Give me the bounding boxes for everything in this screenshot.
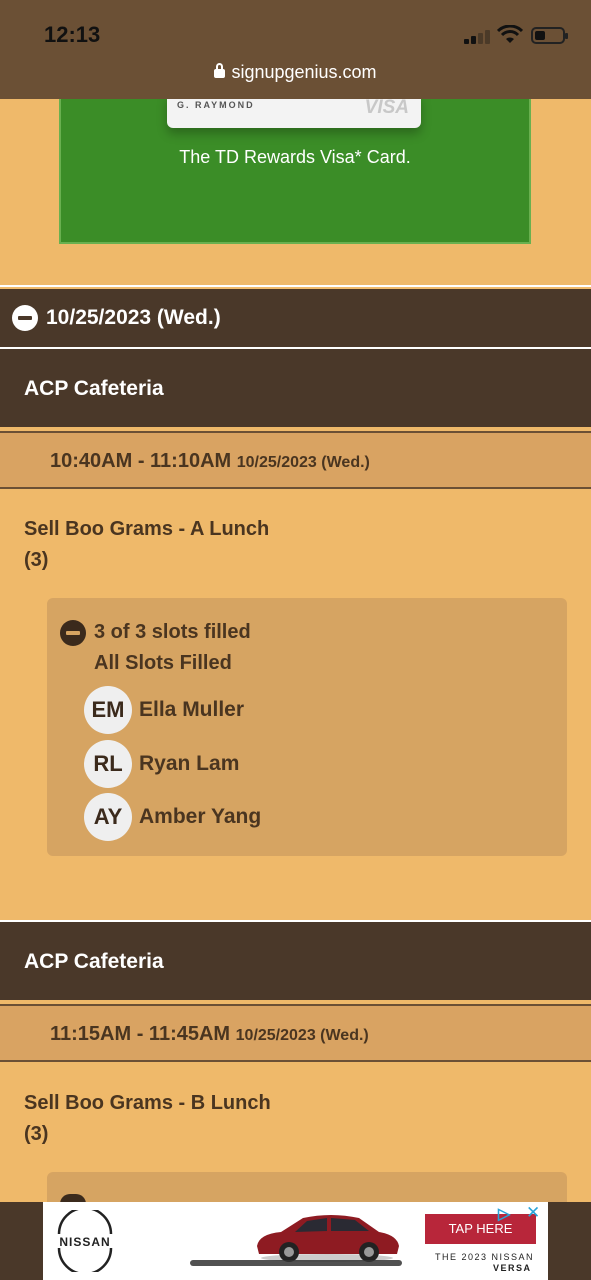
ad-text: The TD Rewards Visa* Card. [179, 147, 411, 167]
time-range: 10:40AM - 11:10AM [50, 450, 232, 472]
task-name: Sell Boo Grams - B Lunch [24, 1092, 271, 1114]
time-date: 10/25/2023 (Wed.) [235, 1027, 369, 1044]
collapse-icon[interactable] [12, 305, 38, 331]
credit-card-image: G. RAYMOND VISA [167, 94, 421, 128]
ad-model: VERSA [493, 1263, 532, 1273]
avatar: AY [84, 793, 132, 841]
date-label: 10/25/2023 (Wed.) [46, 306, 221, 329]
status-time: 12:13 [44, 22, 101, 47]
volunteer-name: Ella Muller [139, 698, 245, 721]
visa-logo: VISA [364, 97, 409, 118]
slots-substatus: All Slots Filled [94, 652, 232, 674]
task-quantity: (3) [24, 549, 49, 571]
slots-status: 3 of 3 slots filled [94, 621, 251, 643]
avatar: RL [84, 740, 132, 788]
td-ad-banner[interactable]: G. RAYMOND VISA The TD Rewards Visa* Car… [59, 92, 531, 244]
wifi-icon [497, 25, 523, 43]
task-title: Sell Boo Grams - A Lunch (3) [24, 514, 269, 576]
volunteer-name: Amber Yang [139, 805, 262, 828]
task-title: Sell Boo Grams - B Lunch (3) [24, 1088, 271, 1150]
bottom-ad-bar: NISSAN TAP HERE ▷ ✕ THE 2023 NISSAN VERS… [0, 1202, 591, 1280]
tap-here-button[interactable]: TAP HERE [425, 1214, 536, 1244]
signal-icon [464, 30, 490, 44]
url-text: signupgenius.com [231, 62, 377, 82]
nissan-ad-banner[interactable]: NISSAN TAP HERE ▷ ✕ THE 2023 NISSAN VERS… [43, 1202, 548, 1280]
task-quantity: (3) [24, 1123, 49, 1145]
location-name: ACP Cafeteria [24, 377, 164, 400]
nissan-brand-text: NISSAN [59, 1235, 110, 1249]
browser-top-bar: 12:13 signupgenius.com [0, 0, 591, 99]
avatar: EM [84, 686, 132, 734]
car-image [257, 1215, 399, 1262]
location-header: ACP Cafeteria [0, 349, 591, 427]
card-holder-name: G. RAYMOND [177, 100, 255, 110]
nissan-logo-icon: NISSAN [57, 1210, 113, 1272]
battery-icon [531, 27, 568, 44]
time-date: 10/25/2023 (Wed.) [236, 454, 370, 471]
volunteer-name: Ryan Lam [139, 752, 240, 775]
close-ad-icon[interactable]: ✕ [526, 1203, 540, 1223]
divider [0, 285, 591, 287]
location-name: ACP Cafeteria [24, 950, 164, 973]
collapse-slots-icon[interactable] [60, 620, 86, 646]
time-slot-header: 10:40AM - 11:10AM 10/25/2023 (Wed.) [0, 431, 591, 489]
slots-box: 3 of 3 slots filled All Slots Filled EM … [47, 598, 567, 856]
lock-icon [214, 63, 226, 78]
location-header: ACP Cafeteria [0, 922, 591, 1000]
ad-tagline: THE 2023 NISSAN [435, 1252, 535, 1262]
adchoices-icon[interactable]: ▷ [498, 1204, 510, 1224]
url-bar[interactable]: signupgenius.com [0, 62, 591, 83]
time-range: 11:15AM - 11:45AM [50, 1023, 231, 1045]
task-name: Sell Boo Grams - A Lunch [24, 518, 270, 540]
date-header[interactable]: 10/25/2023 (Wed.) [0, 289, 591, 347]
time-slot-header: 11:15AM - 11:45AM 10/25/2023 (Wed.) [0, 1004, 591, 1062]
home-indicator[interactable] [190, 1260, 402, 1266]
